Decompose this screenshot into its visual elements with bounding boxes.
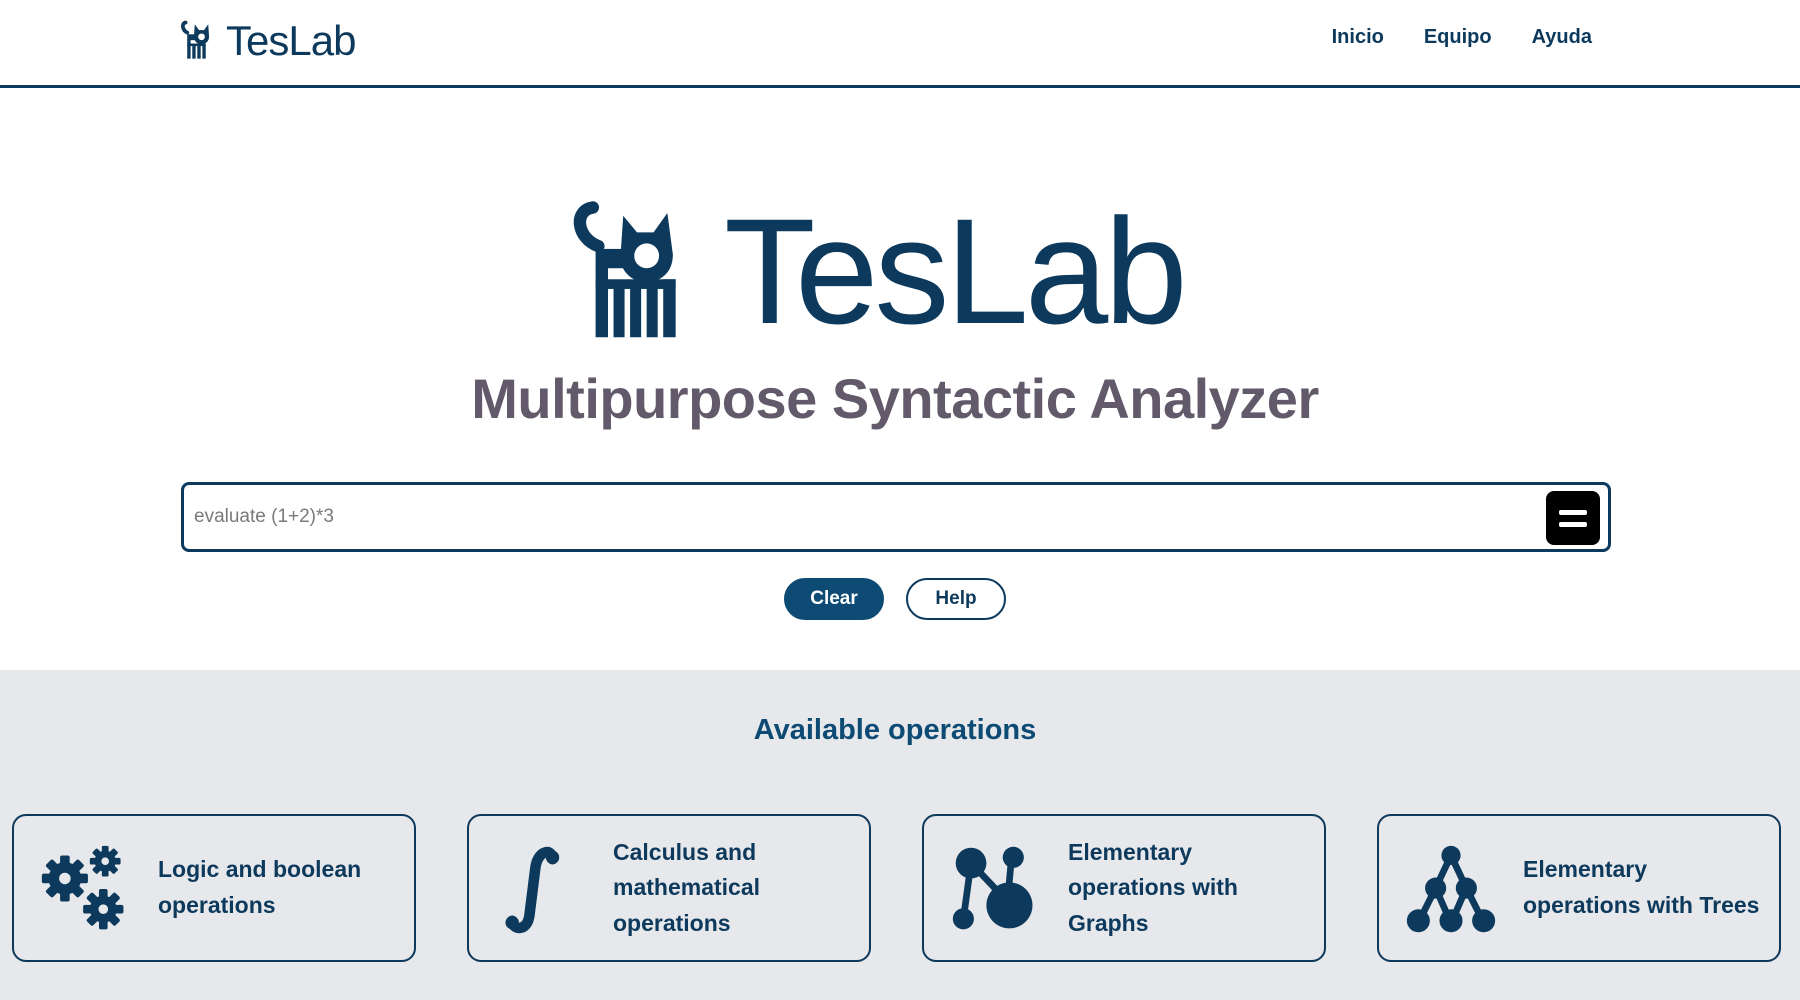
cat-logo-icon (181, 20, 210, 59)
brand-name: TesLab (226, 17, 356, 64)
card-logic-boolean[interactable]: Logic and boolean operations (12, 814, 416, 962)
expression-input[interactable] (194, 495, 1514, 539)
hero-title: TesLab (724, 187, 1188, 355)
gears-icon (41, 845, 124, 930)
expression-input-box (181, 482, 1611, 552)
card-trees[interactable]: Elementary operations with Trees (1377, 814, 1781, 962)
action-buttons: Clear Help (0, 578, 1790, 620)
tree-icon (1406, 845, 1496, 933)
hero-subtitle: Multipurpose Syntactic Analyzer (471, 367, 1319, 430)
cat-logo-icon (573, 201, 676, 338)
integral-icon (505, 846, 560, 934)
graph-nodes-icon (952, 846, 1033, 930)
card-calculus-math[interactable]: Calculus and mathematical operations (467, 814, 871, 962)
card-label: Elementary operations with Graphs (1068, 838, 1238, 936)
nav-link-inicio[interactable]: Inicio (1332, 26, 1384, 49)
top-navbar: TesLab Inicio Equipo Ayuda (0, 0, 1800, 88)
brand-logo[interactable]: TesLab (178, 17, 356, 64)
operations-title: Available operations (753, 714, 1037, 746)
equals-icon (1559, 509, 1587, 515)
evaluate-button[interactable] (1546, 491, 1600, 545)
hero-logo: TesLab (568, 187, 1188, 355)
card-label: Logic and boolean operations (158, 856, 362, 918)
equals-icon-bar (1559, 521, 1587, 527)
nav-link-equipo[interactable]: Equipo (1424, 26, 1492, 49)
main-nav: Inicio Equipo Ayuda (1332, 26, 1592, 49)
operations-section: Available operations Logic and boolean o… (0, 670, 1800, 1000)
help-button[interactable]: Help (906, 578, 1006, 620)
card-label: Elementary operations with Trees (1523, 856, 1760, 918)
nav-link-ayuda[interactable]: Ayuda (1532, 26, 1592, 49)
card-label: Calculus and mathematical operations (613, 838, 761, 936)
card-graphs[interactable]: Elementary operations with Graphs (922, 814, 1326, 962)
clear-button[interactable]: Clear (784, 578, 884, 620)
